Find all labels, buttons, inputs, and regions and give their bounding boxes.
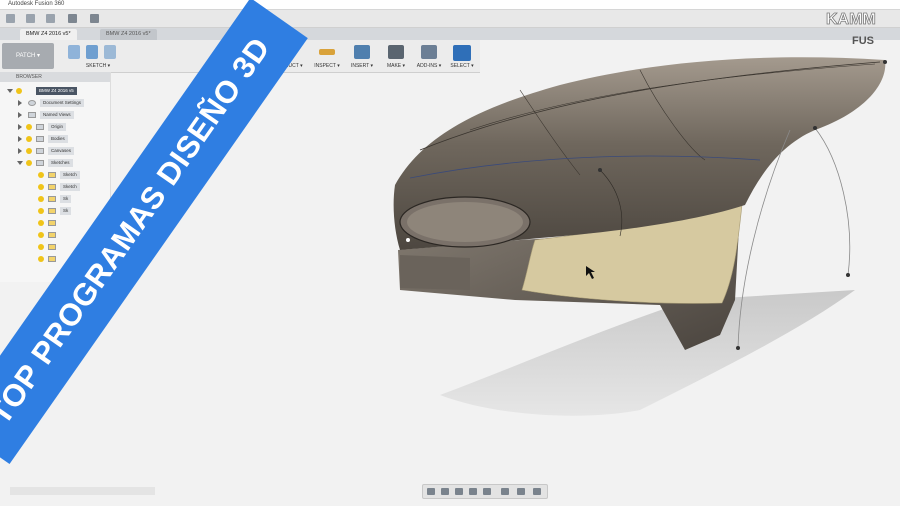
zoom-icon[interactable] <box>469 488 477 495</box>
grid-settings-icon[interactable] <box>517 488 525 495</box>
orbit-icon[interactable] <box>427 488 435 495</box>
control-point[interactable] <box>598 168 602 172</box>
navigation-toolbar <box>422 484 548 499</box>
control-point[interactable] <box>736 346 740 350</box>
construction-curve <box>814 127 851 276</box>
control-point[interactable] <box>406 238 410 242</box>
ground-shadow <box>440 290 855 416</box>
control-point[interactable] <box>813 126 817 130</box>
control-point[interactable] <box>883 60 887 64</box>
front-bumper <box>400 255 470 290</box>
grille-inner <box>407 202 523 242</box>
brand-logo: KAMM FUS <box>826 11 877 47</box>
control-point[interactable] <box>846 273 850 277</box>
display-settings-icon[interactable] <box>501 488 509 495</box>
timeline-strip[interactable] <box>10 487 155 495</box>
brand-line-2: FUS <box>852 35 874 47</box>
pan-icon[interactable] <box>455 488 463 495</box>
look-at-icon[interactable] <box>441 488 449 495</box>
viewports-icon[interactable] <box>533 488 541 495</box>
brand-line-1: KAMM <box>826 11 876 28</box>
zoom-window-icon[interactable] <box>483 488 491 495</box>
